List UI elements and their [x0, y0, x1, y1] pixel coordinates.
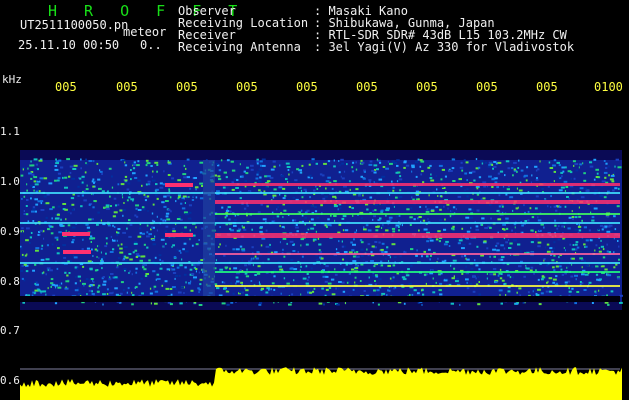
y-tick: 0.9	[0, 225, 20, 238]
x-tick: 005	[476, 80, 498, 94]
x-tick: 005	[55, 80, 77, 94]
meteor-label: meteor	[123, 25, 167, 39]
y-tick: 1.1	[0, 125, 20, 138]
x-tick: 005	[416, 80, 438, 94]
x-tick: 005	[296, 80, 318, 94]
count-label: 0..	[140, 38, 162, 52]
carrier-line	[20, 192, 620, 194]
y-tick: 0.6	[0, 374, 20, 387]
x-tick: 005	[116, 80, 138, 94]
x-tick: 005	[176, 80, 198, 94]
info-label: Receiving Antenna	[178, 40, 301, 54]
carrier-line	[20, 222, 620, 224]
y-tick: 1.0	[0, 175, 20, 188]
x-tick: 0100	[594, 80, 623, 94]
info-value: : 3el Yagi(V) Az 330 for Vladivostok	[314, 40, 575, 54]
info-antenna: Receiving Antenna : 3el Yagi(V) Az 330 fo…	[178, 41, 574, 53]
datetime-label: 25.11.10 00:50	[18, 38, 120, 52]
carrier-line	[215, 200, 620, 204]
carrier-segment	[165, 233, 193, 237]
spectrogram	[20, 150, 623, 400]
x-tick: 005	[236, 80, 258, 94]
filename-label: UT2511100050.pn	[20, 18, 129, 32]
gap-line	[20, 296, 620, 302]
x-tick: 005	[356, 80, 378, 94]
carrier-line	[215, 233, 620, 238]
x-tick: 005	[536, 80, 558, 94]
y-tick: 0.8	[0, 275, 20, 288]
noise-floor	[20, 367, 622, 400]
axis-unit: kHz	[2, 73, 22, 86]
carrier-segment	[63, 250, 91, 254]
interference-band	[203, 160, 215, 300]
carrier-segment	[62, 232, 90, 236]
carrier-line	[215, 183, 620, 186]
carrier-line	[215, 253, 620, 255]
y-tick: 0.7	[0, 324, 20, 337]
carrier-line	[215, 271, 620, 273]
carrier-line	[215, 285, 620, 287]
carrier-line	[215, 213, 620, 215]
carrier-segment	[165, 183, 193, 187]
carrier-line	[20, 262, 620, 264]
